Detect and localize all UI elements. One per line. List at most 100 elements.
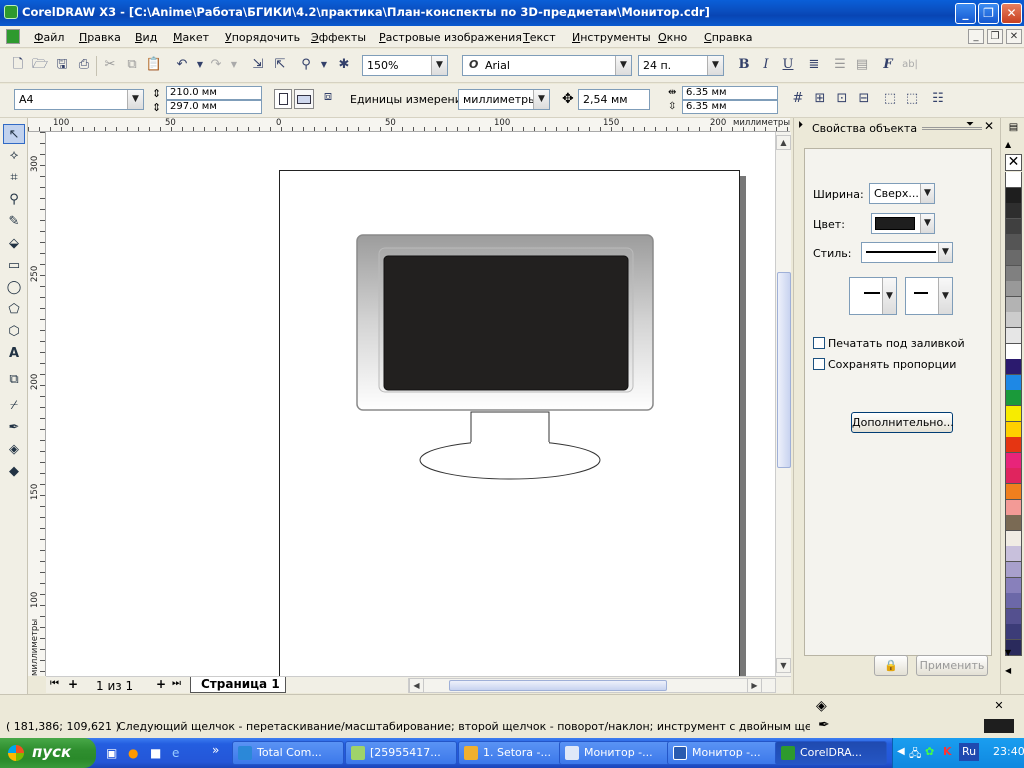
menu-tools[interactable]: Инструменты [572,31,651,44]
end-arrowhead-combo[interactable]: ▼ [905,277,953,315]
maximize-button[interactable]: ❐ [978,3,999,24]
page-tab[interactable]: Страница 1 [190,677,286,693]
lock-button[interactable]: 🔒 [874,655,908,676]
edit-across-layers-icon[interactable]: ⬚ [902,89,922,109]
menu-file[interactable]: Файл [34,31,64,44]
fill-tool-icon[interactable]: ◈ [3,440,25,460]
redo-dropdown-icon[interactable]: ▼ [224,55,244,75]
palette-swatch[interactable] [1005,343,1022,360]
all-pages-icon[interactable]: ⧈ [318,87,338,107]
first-page-icon[interactable]: ⏮ [50,678,59,689]
keep-proportions-checkbox[interactable] [813,358,825,370]
palette-swatch[interactable] [1005,406,1022,422]
palette-expand-icon[interactable]: ◀ [1005,666,1011,675]
palette-swatch[interactable] [1005,172,1022,188]
docker-collapse-icon[interactable]: ⏵ [798,120,803,131]
undo-icon[interactable]: ↶ [172,55,192,75]
export-icon[interactable]: ⇱ [270,55,290,75]
nudge-distance-field[interactable]: 2,54 мм [578,89,650,110]
menu-view[interactable]: Вид [135,31,157,44]
open-icon[interactable]: 🗁 [30,55,50,75]
chevron-down-icon[interactable]: ▼ [938,243,952,262]
eyedropper-tool-icon[interactable]: ⌿ [3,396,25,416]
show-desktop-icon[interactable]: ▣ [106,746,117,760]
palette-swatch[interactable] [1005,577,1022,594]
redo-icon[interactable]: ↷ [206,55,226,75]
palette-options-icon[interactable]: ▤ [1005,122,1022,136]
taskbar-item-coreldraw[interactable]: CorelDRA... [775,741,887,765]
underline-icon[interactable]: U [778,55,798,75]
close-button[interactable]: ✕ [1001,3,1022,24]
palette-swatch[interactable] [1005,452,1022,469]
no-color-swatch[interactable]: ✕ [1005,154,1022,171]
apply-button[interactable]: Применить [916,655,988,676]
chevron-down-icon[interactable]: ▼ [707,56,723,75]
menu-layout[interactable]: Макет [173,31,209,44]
palette-swatch[interactable] [1005,281,1022,298]
duplicate-x-field[interactable]: 6.35 мм [682,86,778,100]
outline-color-picker[interactable]: ▼ [871,213,935,234]
units-combo[interactable]: миллиметры ▼ [458,89,550,110]
polygon-tool-icon[interactable]: ⬠ [3,300,25,320]
last-page-icon[interactable]: ⏭ [172,678,181,689]
font-list-combo[interactable]: O Arial ▼ [462,55,632,76]
palette-swatch[interactable] [1005,296,1022,313]
palette-swatch[interactable] [1005,203,1022,220]
snap-to-guidelines-icon[interactable]: ⊞ [810,89,830,109]
tray-expand-icon[interactable]: ◀ [897,746,905,757]
menu-help[interactable]: Справка [704,31,752,44]
palette-scroll-up-icon[interactable]: ▲ [1005,140,1011,149]
treat-as-filled-icon[interactable]: ⬚ [880,89,900,109]
h-scroll-thumb[interactable] [449,680,667,691]
application-launcher-icon[interactable]: ⚲ [296,55,316,75]
chevron-down-icon[interactable]: ▼ [920,184,934,203]
start-button[interactable]: пуск [0,738,96,768]
chevron-down-icon[interactable]: ▼ [938,278,952,314]
start-arrowhead-combo[interactable]: ▼ [849,277,897,315]
chevron-down-icon[interactable]: ▼ [431,56,447,75]
page-size-combo[interactable]: A4 ▼ [14,89,144,110]
antivirus-icon[interactable]: K [943,745,952,758]
palette-swatch[interactable] [1005,218,1022,235]
menu-window[interactable]: Окно [658,31,687,44]
launcher-dropdown-icon[interactable]: ▼ [314,55,334,75]
print-under-fill-checkbox[interactable] [813,337,825,349]
doc-close-button[interactable]: ✕ [1006,29,1022,44]
add-page-before-icon[interactable]: + [68,677,78,691]
scroll-thumb[interactable] [777,272,791,468]
bold-icon[interactable]: B [734,55,754,75]
palette-swatch[interactable] [1005,484,1022,500]
palette-swatch[interactable] [1005,562,1022,578]
ellipse-tool-icon[interactable]: ◯ [3,278,25,298]
doc-minimize-button[interactable]: _ [968,29,984,44]
quicklaunch-more-icon[interactable]: » [212,743,219,757]
menu-bitmaps[interactable]: Растровые изображения [379,31,522,44]
paste-icon[interactable]: 📋 [144,55,164,75]
palette-swatch[interactable] [1005,499,1022,516]
palette-swatch[interactable] [1005,187,1022,204]
docker-close-icon[interactable]: ✕ [984,119,994,133]
outline-tool-icon[interactable]: ✒ [3,418,25,438]
basic-shapes-tool-icon[interactable]: ⬡ [3,322,25,342]
outline-indicator-icon[interactable]: ✒ [818,717,830,733]
doc-restore-button[interactable]: ❐ [987,29,1003,44]
format-text-icon[interactable]: F [878,55,898,75]
import-icon[interactable]: ⇲ [248,55,268,75]
palette-swatch[interactable] [1005,328,1022,344]
page-width-field[interactable]: 210.0 мм [166,86,262,100]
cut-icon[interactable]: ✂ [100,55,120,75]
bullets-icon[interactable]: ☰ [830,55,850,75]
monitor-stand[interactable] [419,411,601,480]
snap-to-grid-icon[interactable]: # [788,89,808,109]
network-icon[interactable]: 🖧 [909,745,921,764]
print-icon[interactable]: ⎙ [74,55,94,75]
freehand-tool-icon[interactable]: ✎ [3,212,25,232]
taskbar-item-total-commander[interactable]: Total Com... [232,741,344,765]
palette-swatch[interactable] [1005,546,1022,563]
language-indicator[interactable]: Ru [959,743,979,761]
palette-swatch[interactable] [1005,312,1022,329]
tray-app-icon[interactable]: ✿ [925,745,934,758]
horizontal-scrollbar[interactable]: ◀ ▶ [408,678,776,693]
palette-swatch[interactable] [1005,530,1022,547]
shape-tool-icon[interactable]: ⟡ [3,146,25,166]
